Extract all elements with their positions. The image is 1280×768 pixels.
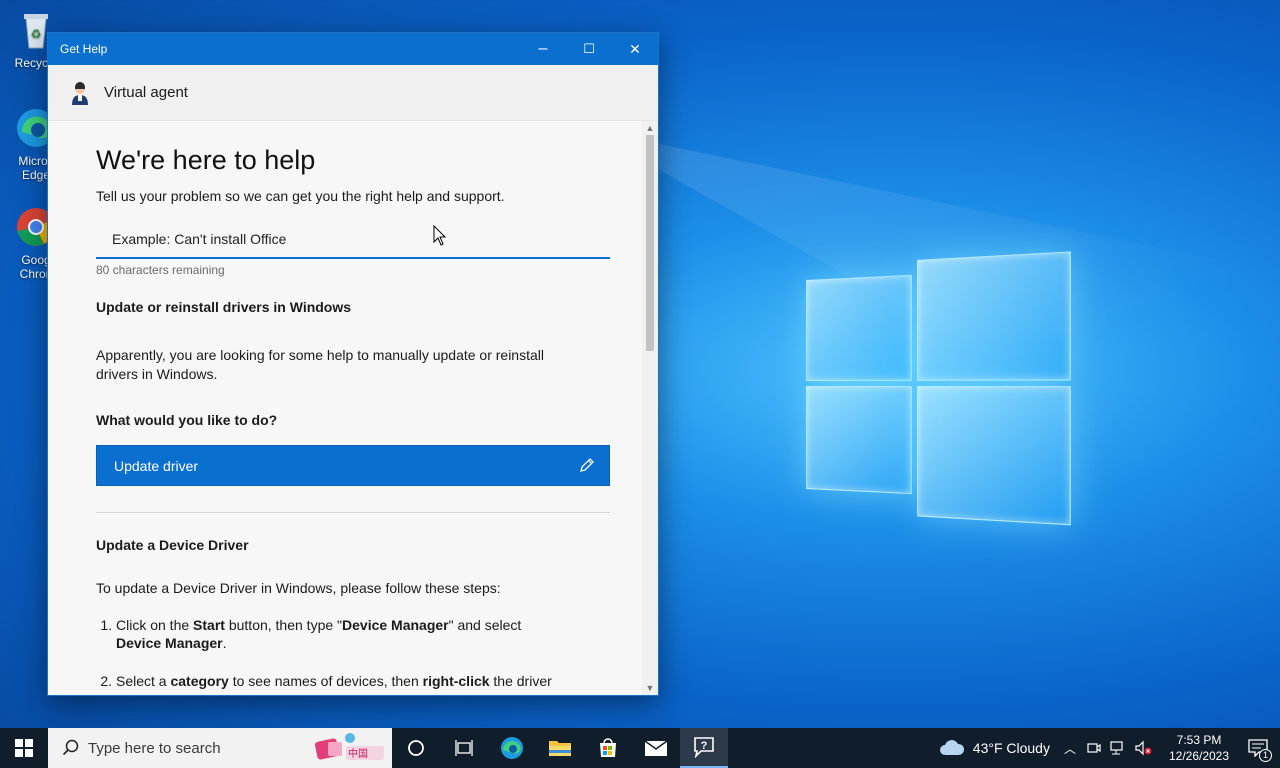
chat-content: We're here to help Tell us your problem … (48, 121, 642, 695)
update-driver-label: Update driver (114, 457, 199, 474)
scroll-up-icon[interactable]: ▲ (642, 121, 658, 135)
vertical-scrollbar[interactable]: ▲ ▼ (642, 121, 658, 695)
list-item: Click on the Start button, then type "De… (116, 616, 566, 652)
step-text: to see names of devices, then (228, 673, 423, 689)
clock-time: 7:53 PM (1176, 733, 1222, 747)
maximize-icon: ☐ (583, 41, 595, 56)
close-button[interactable]: ✕ (612, 33, 658, 65)
step-bold: Device Manager (342, 617, 449, 633)
list-item: Select a category to see names of device… (116, 672, 566, 690)
scrollbar-thumb[interactable] (646, 135, 654, 351)
svg-text:?: ? (701, 740, 708, 752)
step-text: Click on the (116, 617, 194, 633)
step-text: " and select (448, 617, 522, 633)
step-text: the driver (489, 673, 552, 689)
file-explorer-button[interactable] (536, 728, 584, 768)
mouse-cursor-icon (433, 224, 447, 252)
close-icon: ✕ (629, 40, 641, 57)
start-button[interactable] (0, 728, 48, 768)
notification-badge: 1 (1259, 749, 1272, 762)
window-title: Get Help (60, 42, 108, 56)
step-bold: category (170, 673, 229, 689)
title-bar[interactable]: Get Help – ☐ ✕ (48, 33, 658, 65)
cortana-button[interactable] (392, 728, 440, 768)
problem-search-input[interactable] (96, 221, 610, 259)
svg-text:♻: ♻ (31, 27, 42, 41)
step-text: button, then type " (224, 617, 343, 633)
weather-text: 43°F Cloudy (972, 740, 1050, 756)
store-icon (600, 738, 616, 757)
svg-text:中国: 中国 (348, 747, 368, 760)
network-icon[interactable] (1110, 740, 1126, 756)
steps-list: Click on the Start button, then type "De… (96, 616, 566, 690)
mail-icon (644, 740, 668, 756)
folder-icon (549, 741, 571, 756)
page-heading-wrap: We're here to help (96, 145, 610, 176)
weather-widget[interactable]: 43°F Cloudy (939, 739, 1050, 757)
volume-muted-icon[interactable] (1134, 740, 1152, 756)
cloud-icon (939, 740, 964, 755)
cortana-icon (408, 740, 424, 756)
minimize-button[interactable]: – (520, 33, 566, 65)
step-bold: Device Manager (116, 635, 223, 651)
taskbar: Type here to search 中国 ? 43°F Cloudy ︿ 7… (0, 728, 1280, 768)
search-icon (62, 739, 79, 756)
get-help-icon: ? (694, 737, 714, 758)
pencil-icon (579, 457, 595, 476)
page-subtitle: Tell us your problem so we can get you t… (96, 188, 505, 204)
search-highlight-icon: 中国 (314, 730, 386, 768)
get-help-window: Get Help – ☐ ✕ Virtual agent We're here … (47, 32, 659, 696)
agent-avatar-icon (68, 81, 92, 105)
section-intro: To update a Device Driver in Windows, pl… (96, 580, 501, 596)
agent-name: Virtual agent (104, 84, 188, 101)
taskbar-edge-button[interactable] (488, 728, 536, 768)
topic-description: Apparently, you are looking for some hel… (96, 347, 544, 382)
step-bold: Start (193, 617, 225, 633)
taskbar-search-box[interactable]: Type here to search 中国 (48, 728, 392, 768)
maximize-button[interactable]: ☐ (566, 33, 612, 65)
scroll-down-icon[interactable]: ▼ (642, 681, 658, 695)
step-text: . (222, 635, 227, 651)
section-divider (96, 512, 610, 513)
task-view-button[interactable] (440, 728, 488, 768)
windows-start-icon (15, 739, 33, 757)
chevron-up-icon[interactable]: ︿ (1064, 740, 1076, 757)
steps-list-wrap: Click on the Start button, then type "De… (96, 616, 566, 695)
store-button[interactable] (584, 728, 632, 768)
clock[interactable]: 7:53 PM 12/26/2023 (1162, 732, 1236, 764)
minimize-icon: – (538, 40, 548, 57)
topic-title: Update or reinstall drivers in Windows (96, 299, 352, 315)
update-driver-button[interactable]: Update driver (96, 445, 610, 486)
get-help-taskbar-button[interactable]: ? (680, 728, 728, 768)
windows-wallpaper-logo (806, 242, 1071, 527)
page-title: We're here to help (96, 145, 316, 175)
meet-now-icon[interactable] (1086, 740, 1102, 756)
clock-date: 12/26/2023 (1168, 749, 1230, 763)
search-placeholder: Type here to search (88, 739, 221, 757)
task-view-icon (455, 740, 473, 756)
section-title: Update a Device Driver (96, 537, 249, 553)
step-bold: right-click (422, 673, 490, 689)
system-tray: 43°F Cloudy ︿ 7:53 PM 12/26/2023 1 (939, 728, 1280, 768)
mail-button[interactable] (632, 728, 680, 768)
agent-header: Virtual agent (48, 65, 658, 121)
edge-icon (501, 737, 523, 759)
notification-center-button[interactable]: 1 (1236, 728, 1280, 768)
char-counter: 80 characters remaining (96, 263, 225, 277)
step-text: Select a (116, 673, 171, 689)
question-label: What would you like to do? (96, 412, 278, 428)
